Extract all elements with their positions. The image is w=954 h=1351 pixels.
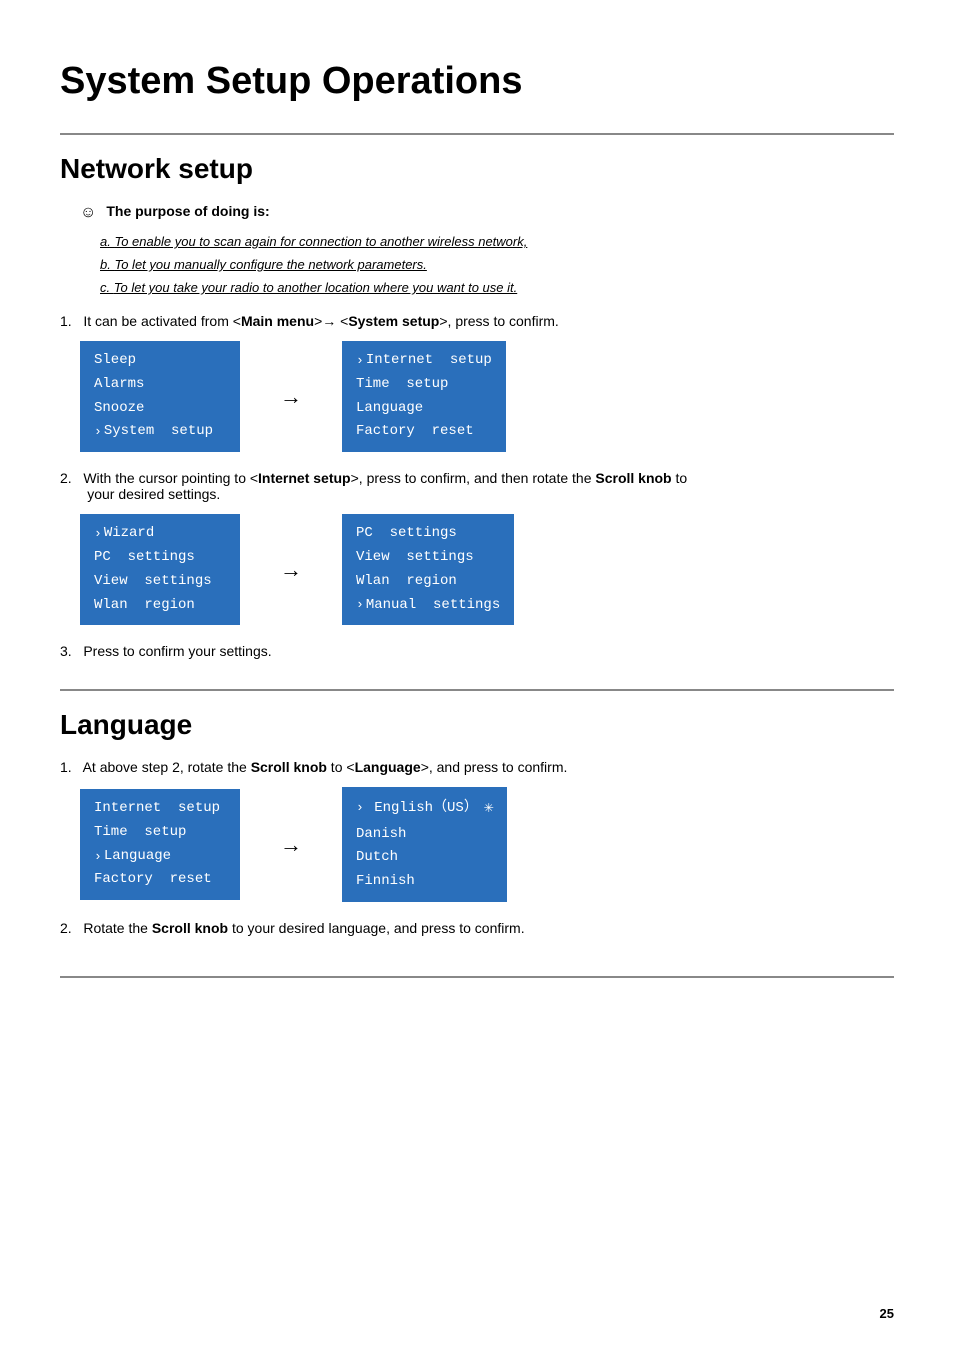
purpose-item-c: To let you take your radio to another lo… (100, 280, 894, 295)
menu-item: Finnish (356, 870, 493, 894)
purpose-item-b: To let you manually configure the networ… (100, 257, 894, 272)
menu-item-active: ›Manual settings (356, 594, 500, 618)
menu-item-active: › Wizard (94, 522, 226, 546)
language-heading: Language (60, 709, 894, 741)
purpose-label: The purpose of doing is: (106, 203, 269, 219)
smiley-icon: ☺ (80, 204, 96, 222)
menu-item: Alarms (94, 373, 226, 397)
menu-box-2-right: PC settings View settings Wlan region ›M… (342, 514, 514, 625)
step-1: 1. It can be activated from <Main menu>→… (60, 313, 894, 452)
purpose-item-a: To enable you to scan again for connecti… (100, 234, 894, 249)
menu-item: Internet setup (94, 797, 226, 821)
menu-item: Dutch (356, 846, 493, 870)
menu-item-active: ›Internet setup (356, 349, 492, 373)
menu-item: Sleep (94, 349, 226, 373)
step-2-text: 2. With the cursor pointing to <Internet… (60, 470, 894, 502)
menu-item: Wlan region (94, 594, 226, 618)
lang-step-1-text: 1. At above step 2, rotate the Scroll kn… (60, 759, 894, 775)
menu-box-1-right: ›Internet setup Time setup Language Fact… (342, 341, 506, 452)
menu-box-3-left: Internet setup Time setup ›Language Fact… (80, 789, 240, 900)
page-title: System Setup Operations (60, 60, 894, 103)
network-setup-section: Network setup ☺ The purpose of doing is:… (60, 133, 894, 659)
menu-item: Wlan region (356, 570, 500, 594)
menu-item: Factory reset (356, 420, 492, 444)
menu-item: Language (356, 397, 492, 421)
arrow-icon-2: → (280, 557, 302, 583)
menu-item: Snooze (94, 397, 226, 421)
step-3: 3. Press to confirm your settings. (60, 643, 894, 659)
arrow-icon-3: → (280, 832, 302, 858)
menu-item: Danish (356, 823, 493, 847)
menu-item: Time setup (94, 821, 226, 845)
purpose-list: To enable you to scan again for connecti… (100, 234, 894, 295)
menu-box-3-right: › English（US）✳ Danish Dutch Finnish (342, 787, 507, 902)
lang-step-1: 1. At above step 2, rotate the Scroll kn… (60, 759, 894, 902)
arrow-icon-1: → (280, 384, 302, 410)
language-section: Language 1. At above step 2, rotate the … (60, 689, 894, 936)
page-number: 25 (880, 1306, 894, 1321)
lang-step-2-text: 2. Rotate the Scroll knob to your desire… (60, 920, 894, 936)
step-2: 2. With the cursor pointing to <Internet… (60, 470, 894, 625)
diagram-3: Internet setup Time setup ›Language Fact… (80, 787, 894, 902)
menu-box-1-left: Sleep Alarms Snooze ›System setup (80, 341, 240, 452)
menu-item: PC settings (356, 522, 500, 546)
bottom-rule (60, 976, 894, 978)
menu-item: PC settings (94, 546, 226, 570)
menu-item: View settings (356, 546, 500, 570)
menu-box-2-left: › Wizard PC settings View settings Wlan … (80, 514, 240, 625)
step-3-text: 3. Press to confirm your settings. (60, 643, 894, 659)
diagram-1: Sleep Alarms Snooze ›System setup → ›Int… (80, 341, 894, 452)
network-setup-heading: Network setup (60, 153, 894, 185)
purpose-block: ☺ The purpose of doing is: (80, 203, 894, 222)
menu-item-active: ›System setup (94, 420, 226, 444)
menu-item-active: ›Language (94, 845, 226, 869)
menu-item-active: › English（US）✳ (356, 795, 493, 822)
diagram-2: › Wizard PC settings View settings Wlan … (80, 514, 894, 625)
menu-item: Factory reset (94, 868, 226, 892)
step-1-text: 1. It can be activated from <Main menu>→… (60, 313, 894, 329)
menu-item: View settings (94, 570, 226, 594)
lang-step-2: 2. Rotate the Scroll knob to your desire… (60, 920, 894, 936)
menu-item: Time setup (356, 373, 492, 397)
